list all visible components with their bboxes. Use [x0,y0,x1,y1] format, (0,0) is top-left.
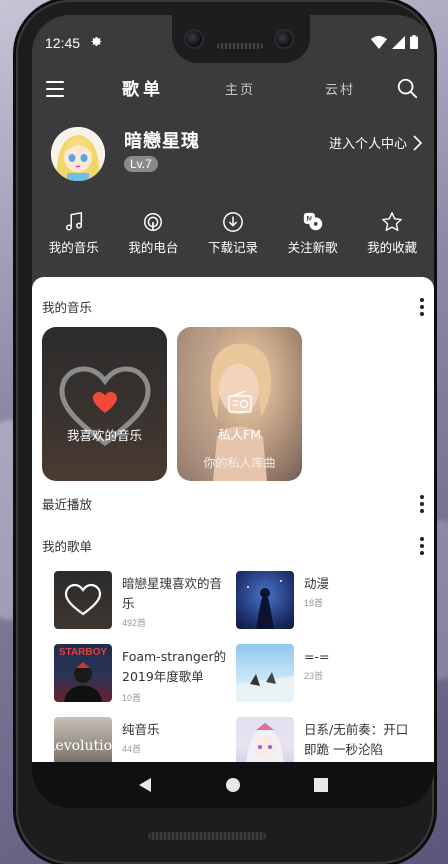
playlist-count: 18首 [304,598,324,608]
playlist-cover [54,571,112,629]
more-icon[interactable] [420,495,424,513]
wifi-icon [371,35,387,49]
status-time: 12:45 [45,35,81,51]
tab-home[interactable]: 主页 [225,79,255,98]
chevron-right-icon [413,134,422,151]
recents-icon[interactable] [313,778,328,792]
playlist-item[interactable]: 动漫 18首 [236,571,416,635]
gear-icon [91,37,102,46]
front-camera [184,29,204,49]
my-playlists-title: 我的歌单 [42,539,93,554]
quick-downloads[interactable]: 下载记录 [196,211,270,261]
music-note-icon [65,211,82,231]
level-badge: Lv.7 [124,156,158,172]
heart-icon [93,392,117,413]
battery-icon [410,35,418,49]
top-bar: 歌单 主页 云村 [32,75,434,111]
playlist-item[interactable]: STARBOY Foam-stranger的2019年度歌单 10首 [54,644,234,708]
playlist-name: 动漫 [304,576,330,591]
playlist-item[interactable]: 日系/无前奏：开口即跪 一秒沦陷 [236,717,416,767]
download-icon [223,212,243,232]
quick-my-radio[interactable]: 我的电台 [116,211,190,261]
playlist-item[interactable]: Revolution 纯音乐 44首 [54,717,234,767]
playlist-name: Foam-stranger的2019年度歌单 [122,649,227,684]
svg-text:Revolution: Revolution [54,738,112,754]
playlist-count: 10首 [122,693,142,703]
content-panel: 我的音乐 我喜欢的音乐 私人FM 你的私人库曲 最近播放 我的歌单 暗戀星瑰喜欢… [32,277,434,767]
star-icon [382,212,403,232]
playlist-name: =-= [304,649,330,664]
playlist-name: 暗戀星瑰喜欢的音乐 [122,576,223,611]
new-song-icon: N [303,212,322,231]
quick-new-songs[interactable]: N 关注新歌 [276,211,350,261]
screen: 12:45 歌单 主页 云村 暗戀星瑰 Lv.7 进入个人中心 我的音乐 我的电… [32,15,434,808]
front-camera [274,29,294,49]
tab-community[interactable]: 云村 [325,79,355,98]
playlist-count: 44首 [122,744,142,754]
tab-playlists[interactable]: 歌单 [122,75,164,100]
playlist-cover [236,571,294,629]
playlist-item[interactable]: =-= 23首 [236,644,416,708]
personal-center-link[interactable]: 进入个人中心 [329,133,422,152]
playlist-count: 23首 [304,671,324,681]
playlist-cover: STARBOY [54,644,112,702]
personal-center-label: 进入个人中心 [328,137,407,152]
heart-outline-icon [64,583,102,616]
playlist-count: 492首 [122,618,147,628]
quick-actions: 我的音乐 我的电台 下载记录 N 关注新歌 我的收藏 [32,211,434,261]
fm-label: 私人FM [218,427,261,442]
playlist-name: 日系/无前奏：开口即跪 一秒沦陷 [304,722,409,757]
phone-speaker-bottom [148,832,266,840]
more-icon[interactable] [420,537,424,555]
liked-music-card[interactable]: 我喜欢的音乐 [42,327,167,481]
quick-label: 下载记录 [207,240,258,255]
quick-label: 关注新歌 [287,240,338,255]
playlist-cover [236,644,294,702]
playlist-cover: Revolution [54,717,112,767]
quick-favorites[interactable]: 我的收藏 [355,211,429,261]
system-nav-bar [32,762,434,808]
recent-title: 最近播放 [42,497,93,512]
quick-label: 我的电台 [128,240,179,255]
my-music-title: 我的音乐 [42,300,93,315]
notch [172,15,310,63]
fm-subtitle: 你的私人库曲 [203,456,276,470]
home-icon[interactable] [225,777,241,793]
speaker-grille [217,43,263,49]
hamburger-menu-icon[interactable] [46,81,64,97]
playlist-item[interactable]: 暗戀星瑰喜欢的音乐 492首 [54,571,234,635]
search-icon[interactable] [396,77,418,99]
playlist-name: 纯音乐 [122,722,160,737]
podcast-icon [144,213,163,231]
quick-label: 我的收藏 [367,240,418,255]
back-icon[interactable] [138,777,152,793]
profile-section[interactable]: 暗戀星瑰 Lv.7 进入个人中心 [32,125,434,191]
username: 暗戀星瑰 [124,131,200,152]
signal-icon [392,35,405,49]
svg-text:STARBOY: STARBOY [59,647,107,658]
radio-icon [228,390,252,413]
liked-music-label: 我喜欢的音乐 [66,428,142,443]
avatar[interactable] [51,127,105,181]
personal-fm-card[interactable]: 私人FM 你的私人库曲 [177,327,302,481]
quick-my-music[interactable]: 我的音乐 [37,211,111,261]
phone-frame: 12:45 歌单 主页 云村 暗戀星瑰 Lv.7 进入个人中心 我的音乐 我的电… [16,0,434,864]
quick-label: 我的音乐 [48,240,99,255]
playlist-cover [236,717,294,767]
more-icon[interactable] [420,298,424,316]
